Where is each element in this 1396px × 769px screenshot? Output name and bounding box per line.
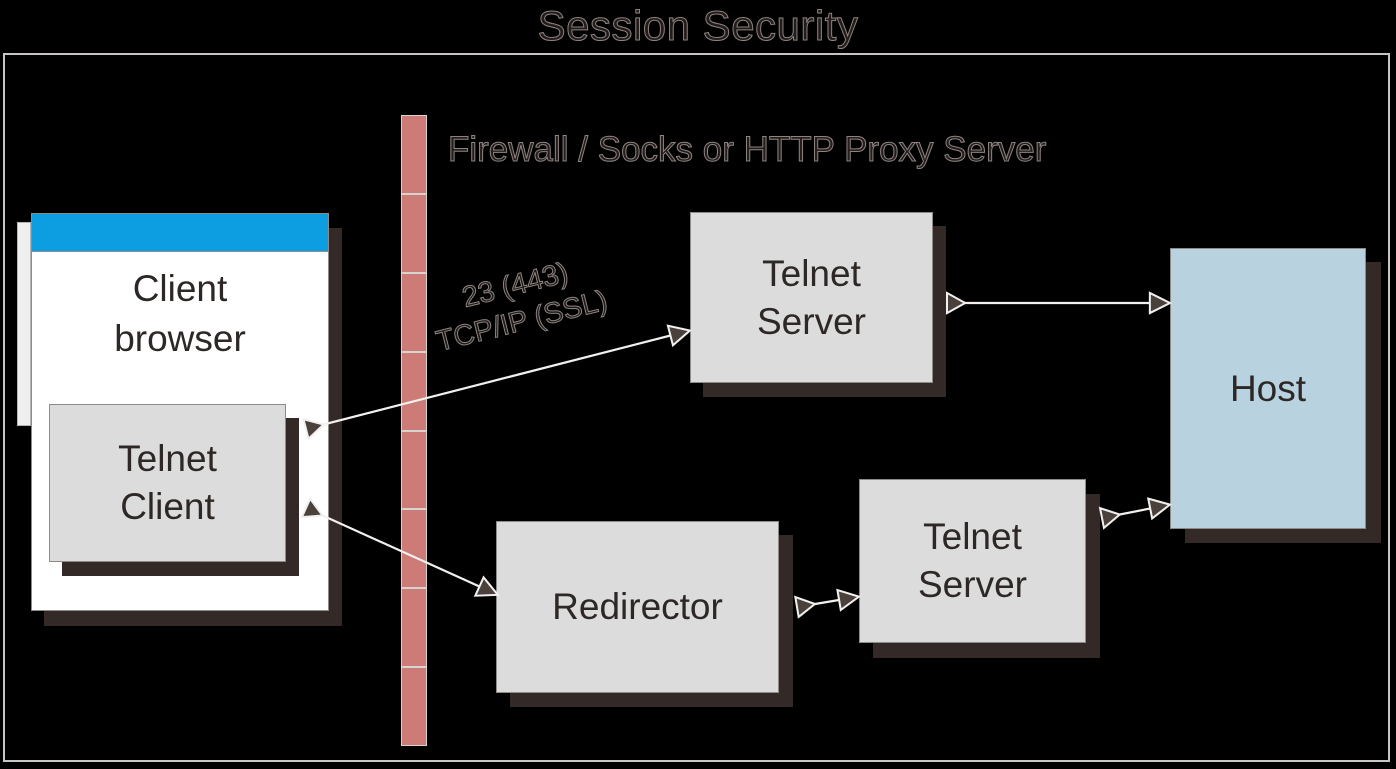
telnet-client-box[interactable]: Telnet Client [49, 404, 286, 562]
firewall-brick [401, 588, 427, 668]
telnet-server-top-box[interactable]: Telnet Server [690, 212, 933, 383]
telnet-server-bottom-label-line2: Server [918, 564, 1027, 605]
client-browser-label: Client browser [32, 264, 328, 364]
firewall-brick [401, 272, 427, 352]
redirector-box[interactable]: Redirector [496, 521, 779, 693]
telnet-client-label-line2: Client [120, 486, 215, 527]
firewall-brick [401, 667, 427, 746]
telnet-server-bottom-box[interactable]: Telnet Server [859, 479, 1086, 643]
host-label: Host [1229, 367, 1307, 409]
firewall-brick [401, 509, 427, 589]
firewall-brick [401, 430, 427, 510]
telnet-server-bottom-label-line1: Telnet [923, 516, 1022, 557]
host-box[interactable]: Host [1170, 248, 1366, 529]
telnet-server-top-label-line2: Server [757, 300, 866, 342]
telnet-client-label-line1: Telnet [118, 438, 217, 479]
redirector-label: Redirector [552, 586, 723, 627]
firewall-brick [401, 193, 427, 273]
telnet-client-label: Telnet Client [118, 435, 217, 531]
client-browser-label-line1: Client [132, 268, 228, 309]
client-browser-titlebar [32, 214, 328, 252]
firewall-wall [401, 115, 427, 746]
background-window-edge [17, 222, 31, 426]
firewall-brick [401, 351, 427, 431]
firewall-brick [401, 115, 427, 194]
diagram-canvas: Session Security Firewall / Socks or HTT… [0, 0, 1396, 769]
firewall-label: Firewall / Socks or HTTP Proxy Server [447, 130, 1047, 170]
telnet-server-top-label: Telnet Server [757, 250, 866, 346]
telnet-server-bottom-label: Telnet Server [918, 513, 1027, 609]
telnet-server-top-label-line1: Telnet [762, 252, 861, 294]
client-browser-label-line2: browser [114, 318, 246, 359]
page-title: Session Security [537, 2, 859, 50]
